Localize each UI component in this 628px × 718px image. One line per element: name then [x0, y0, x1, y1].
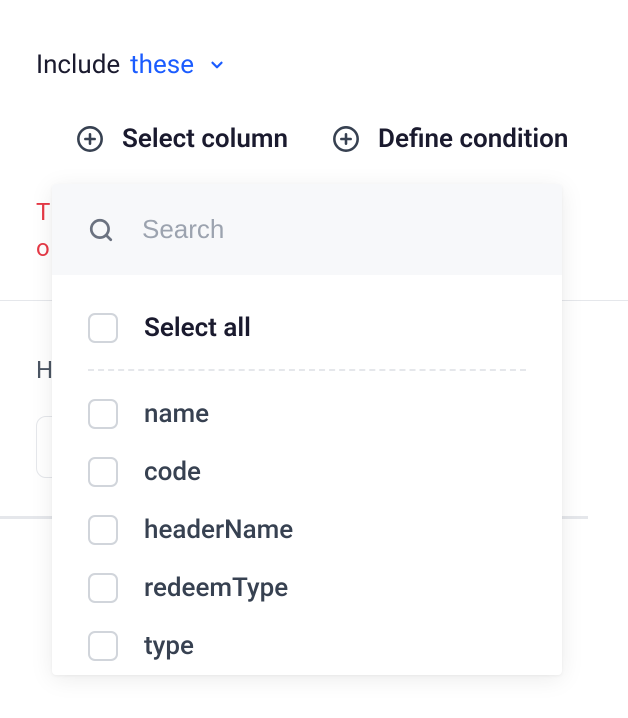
- option-label: redeemType: [144, 573, 288, 603]
- search-section: [52, 184, 562, 275]
- select-column-label: Select column: [122, 124, 288, 154]
- error-line1: T: [36, 194, 50, 230]
- option-checkbox[interactable]: [88, 457, 118, 487]
- search-icon: [88, 217, 114, 243]
- option-checkbox[interactable]: [88, 631, 118, 661]
- plus-circle-icon: [332, 125, 360, 153]
- option-row[interactable]: headerName: [88, 501, 526, 559]
- option-row[interactable]: redeemType: [88, 559, 526, 617]
- include-mode-value: these: [130, 50, 194, 80]
- option-checkbox[interactable]: [88, 515, 118, 545]
- error-text: T o: [36, 194, 50, 266]
- option-row[interactable]: type: [88, 617, 526, 675]
- search-input[interactable]: [142, 214, 526, 245]
- option-row[interactable]: code: [88, 443, 526, 501]
- option-label: type: [144, 631, 194, 661]
- option-row[interactable]: name: [88, 385, 526, 443]
- dashed-divider: [88, 369, 526, 371]
- include-mode-dropdown[interactable]: these: [130, 50, 226, 80]
- option-label: headerName: [144, 515, 293, 545]
- error-line2: o: [36, 230, 50, 266]
- select-all-label: Select all: [144, 313, 251, 343]
- chevron-down-icon: [208, 56, 226, 74]
- option-checkbox[interactable]: [88, 573, 118, 603]
- options-section: Select all name code headerName redeemTy…: [52, 275, 562, 675]
- option-label: name: [144, 399, 209, 429]
- option-checkbox[interactable]: [88, 399, 118, 429]
- include-label: Include: [36, 50, 120, 80]
- section-label: H: [36, 356, 53, 384]
- actions-row: Select column Define condition: [0, 80, 628, 154]
- column-search-dropdown: Select all name code headerName redeemTy…: [52, 184, 562, 675]
- select-all-row[interactable]: Select all: [88, 299, 526, 357]
- define-condition-label: Define condition: [378, 124, 568, 154]
- option-label: code: [144, 457, 201, 487]
- select-column-button[interactable]: Select column: [76, 124, 288, 154]
- define-condition-button[interactable]: Define condition: [332, 124, 568, 154]
- select-all-checkbox[interactable]: [88, 313, 118, 343]
- filter-header: Include these: [0, 0, 628, 80]
- plus-circle-icon: [76, 125, 104, 153]
